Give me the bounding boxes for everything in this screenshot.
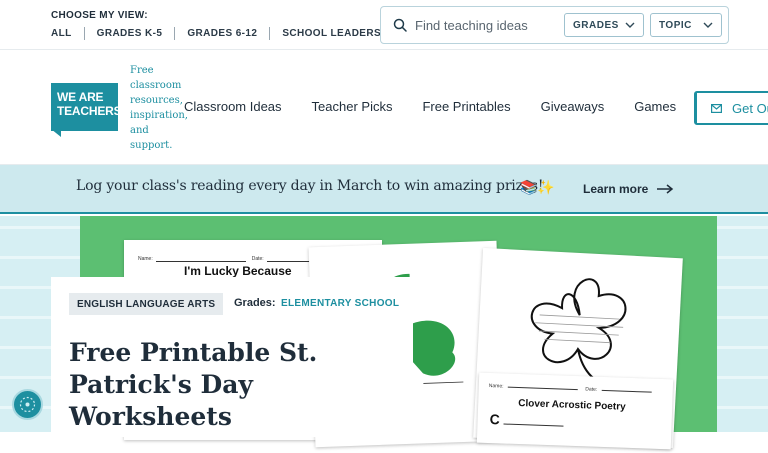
worksheet-name-label: Name:: [488, 382, 504, 390]
grades-link[interactable]: ELEMENTARY SCHOOL: [281, 298, 399, 309]
logo-line-2: TEACHERS: [57, 104, 122, 118]
worksheet-name-date-line: Name: Date:: [138, 256, 327, 262]
worksheet-title: I'm Lucky Because: [184, 264, 292, 278]
chevron-down-icon: [703, 22, 713, 28]
grades-label: Grades:: [234, 297, 276, 309]
arrow-right-icon: [657, 184, 674, 194]
topic-filter-label: TOPIC: [659, 19, 692, 31]
search-input[interactable]: [415, 15, 555, 35]
accessibility-widget-button[interactable]: [12, 389, 43, 420]
view-link-grades-6-12[interactable]: GRADES 6-12: [187, 28, 257, 39]
nav-item-classroom-ideas[interactable]: Classroom Ideas: [184, 99, 282, 114]
topic-filter-dropdown[interactable]: TOPIC: [650, 13, 722, 37]
nav-item-giveaways[interactable]: Giveaways: [541, 99, 605, 114]
nav-item-free-printables[interactable]: Free Printables: [422, 99, 510, 114]
top-utility-bar: CHOOSE MY VIEW: ALL GRADES K-5 GRADES 6-…: [0, 0, 768, 50]
divider: [83, 27, 85, 40]
learn-more-label: Learn more: [583, 182, 649, 196]
worksheet-name-date-line: Name: Date:: [489, 383, 652, 395]
article-card: ENGLISH LANGUAGE ARTS Grades: ELEMENTARY…: [51, 277, 413, 437]
worksheet-clover-acrostic: Name: Date: Clover Acrostic Poetry C: [476, 372, 674, 450]
divider: [174, 27, 176, 40]
writing-line: [503, 423, 564, 427]
worksheet-title: Clover Acrostic Poetry: [518, 398, 626, 413]
promo-banner: Log your class's reading every day in Ma…: [0, 165, 768, 214]
worksheet-date-label: Date:: [251, 256, 264, 262]
promo-text: Log your class's reading every day in Ma…: [76, 178, 544, 194]
search-icon[interactable]: [393, 18, 407, 32]
view-switcher: ALL GRADES K-5 GRADES 6-12 SCHOOL LEADER…: [51, 27, 381, 40]
worksheet-date-label: Date:: [585, 386, 598, 393]
accessibility-icon: [19, 396, 36, 413]
nav-links: Classroom Ideas Teacher Picks Free Print…: [184, 99, 706, 114]
chevron-down-icon: [625, 22, 635, 28]
newsletter-signup-label: Get Ou: [732, 100, 768, 116]
main-navigation: WE ARE TEACHERS Free classroom resources…: [0, 51, 768, 165]
site-logo[interactable]: WE ARE TEACHERS: [51, 83, 122, 131]
view-link-grades-k5[interactable]: GRADES K-5: [97, 28, 163, 39]
logo-notch: [51, 129, 61, 137]
view-link-all[interactable]: ALL: [51, 28, 72, 39]
nav-item-teacher-picks[interactable]: Teacher Picks: [312, 99, 393, 114]
search-bar: GRADES TOPIC: [380, 6, 729, 44]
grades-filter-label: GRADES: [573, 19, 619, 31]
site-tagline: Free classroom resources, inspiration, a…: [130, 65, 188, 151]
acrostic-letter: C: [489, 411, 501, 428]
category-badge[interactable]: ENGLISH LANGUAGE ARTS: [69, 293, 224, 315]
grades-filter-dropdown[interactable]: GRADES: [564, 13, 644, 37]
logo-text: WE ARE TEACHERS: [57, 90, 122, 118]
learn-more-link[interactable]: Learn more: [583, 182, 674, 196]
article-title: Free Printable St. Patrick's Day Workshe…: [69, 338, 318, 431]
choose-view-label: CHOOSE MY VIEW:: [51, 10, 148, 21]
mail-icon: [711, 103, 722, 113]
newsletter-signup-button[interactable]: Get Ou: [694, 91, 768, 125]
divider: [269, 27, 271, 40]
nav-item-games[interactable]: Games: [634, 99, 676, 114]
view-link-school-leaders[interactable]: SCHOOL LEADERS: [282, 28, 381, 39]
logo-line-1: WE ARE: [57, 90, 104, 104]
books-sparkles-icon: 📚✨: [520, 179, 555, 195]
worksheet-name-label: Name:: [138, 256, 153, 262]
